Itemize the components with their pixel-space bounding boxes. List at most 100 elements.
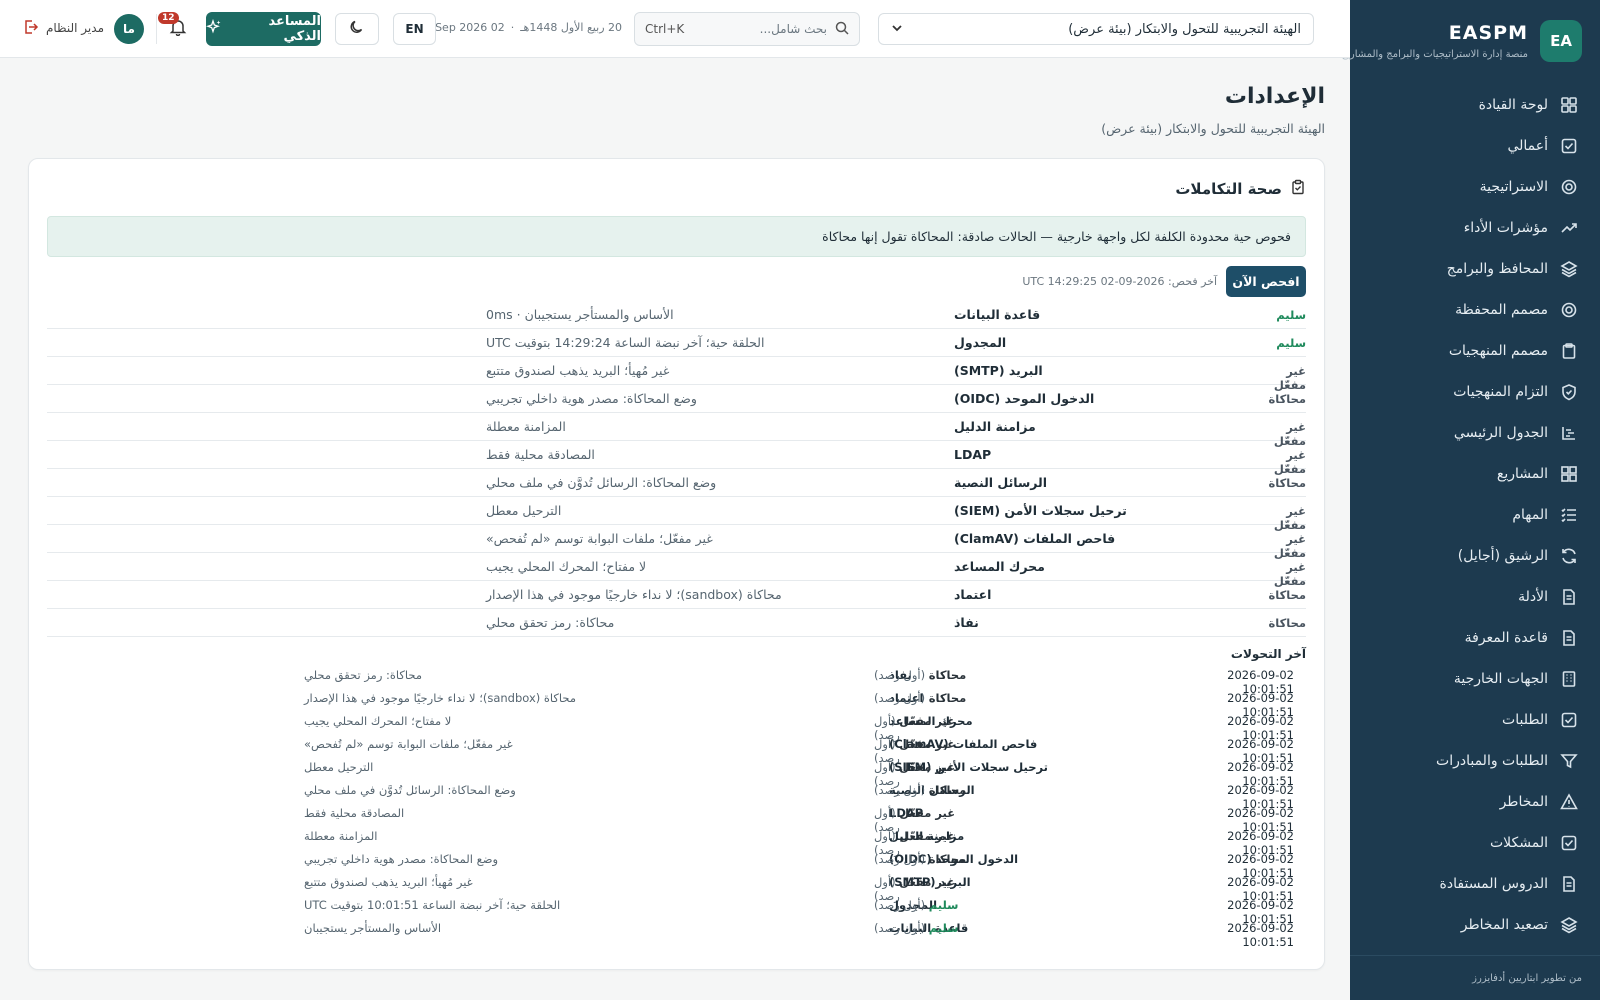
transition-row: 2026-09-02 10:01:51 نفاذ محاكاة (أول رصد) م… — [54, 664, 1294, 696]
logout-button[interactable] — [20, 18, 42, 40]
org-select[interactable]: الهيئة التجريبية للتحول والابتكار (بيئة … — [878, 13, 1314, 45]
target-icon — [1560, 301, 1578, 319]
sidebar-item-label: لوحة القيادة — [1478, 96, 1548, 113]
brand-name: EASPM — [1448, 22, 1528, 44]
transition-detail: محاكاة: رمز تحقق محلي — [304, 668, 422, 682]
transition-row: 2026-09-02 10:01:51 مزامنة الدليل غير مفعّ… — [54, 825, 1294, 857]
integration-name-text: الرسائل النصية — [954, 475, 1048, 490]
warning-icon — [1560, 792, 1578, 811]
sidebar-item[interactable]: لوحة القيادة — [1350, 84, 1600, 125]
sidebar-item[interactable]: الجدول الرئيسي — [1350, 412, 1600, 453]
checkbox-icon — [1560, 137, 1578, 155]
sidebar-item-label: الطلبات والمبادرات — [1436, 752, 1548, 769]
sidebar-item[interactable]: تصعيد المخاطر — [1350, 904, 1600, 945]
language-toggle-button[interactable]: EN — [393, 13, 436, 45]
sidebar-item[interactable]: الجهات الخارجية — [1350, 658, 1600, 699]
sidebar-footer: من تطوير ابتاريين أدفايزرز — [1350, 955, 1600, 1000]
integration-checks-list: سليم قاعدة البيانات الأساس والمستأجر يستجي… — [47, 301, 1306, 637]
theme-toggle-button[interactable] — [335, 13, 379, 45]
integration-name: محرك المساعد — [954, 559, 1194, 574]
transition-state-value: غير مفعّل — [899, 737, 956, 751]
user-avatar[interactable]: ما — [114, 14, 144, 44]
integration-detail: محاكاة (sandbox)؛ لا نداء خارجيًا موجود … — [486, 587, 782, 602]
sidebar-item[interactable]: الرشيق (أجايل) — [1350, 535, 1600, 576]
sidebar-nav: لوحة القيادة أعمالي الاستراتيجية مؤشرات الأ… — [1350, 84, 1600, 945]
org-select-value: الهيئة التجريبية للتحول والابتكار (بيئة … — [1068, 21, 1301, 37]
moon-icon — [349, 19, 365, 39]
integration-detail: الترحيل معطل — [486, 503, 562, 518]
target-icon — [1560, 178, 1578, 196]
integration-name-text: البريد (SMTP) — [954, 363, 1043, 378]
integration-check-row: محاكاة الدخول الموحد (OIDC) وضع المحاكاة: … — [47, 385, 1306, 413]
brand-logo[interactable]: EA — [1540, 20, 1582, 62]
first-seen-note: (أول رصد) — [874, 921, 926, 935]
assistant-label: المساعد الذكي — [268, 14, 321, 44]
transition-row: 2026-09-02 10:01:51 الدخول الموحد (OIDC) م… — [54, 848, 1294, 880]
user-name[interactable]: مدير النظام — [46, 21, 104, 35]
transition-detail: وضع المحاكاة: الرسائل تُدوَّن في ملف محل… — [304, 783, 516, 797]
date-separator: · — [510, 21, 515, 34]
status-badge: سليم — [1276, 308, 1306, 322]
sidebar-item[interactable]: المشاريع — [1350, 453, 1600, 494]
notifications-button[interactable]: 12 — [158, 12, 190, 41]
sidebar-item-label: المحافظ والبرامج — [1446, 260, 1548, 277]
sidebar-item[interactable]: المشكلات — [1350, 822, 1600, 863]
page-title: الإعدادات — [1224, 84, 1325, 109]
sidebar-item-label: المهام — [1512, 506, 1548, 523]
layers-icon — [1560, 916, 1578, 934]
integration-check-row: محاكاة الرسائل النصية وضع المحاكاة: الرسائ… — [47, 469, 1306, 497]
sidebar-item-label: مؤشرات الأداء — [1463, 219, 1548, 236]
sidebar: EA EASPM منصة إدارة الاستراتيجيات والبرا… — [1342, 0, 1600, 1000]
chevron-down-icon — [891, 22, 903, 37]
logout-icon — [23, 19, 39, 39]
integration-name: اعتماد — [954, 587, 1194, 602]
integration-name: الرسائل النصية — [954, 475, 1194, 490]
transition-detail: غير مُهيأ؛ البريد يذهب لصندوق متتبع — [304, 875, 473, 889]
sidebar-item[interactable]: الطلبات والمبادرات — [1350, 740, 1600, 781]
ai-assistant-button[interactable]: المساعد الذكي — [206, 12, 321, 46]
transition-state-value: محاكاة — [928, 783, 967, 797]
status-badge: سليم — [1276, 336, 1306, 350]
transition-detail: الأساس والمستأجر يستجيبان — [304, 921, 442, 935]
integration-name-text: فاحص الملفات (ClamAV) — [954, 531, 1116, 546]
sidebar-item[interactable]: الأدلة — [1350, 576, 1600, 617]
integration-name-text: نفاذ — [954, 615, 979, 630]
integration-check-row: غير مفعّل فاحص الملفات (ClamAV) غير مفعّل؛… — [47, 525, 1306, 560]
transition-state: محاكاة (أول رصد) — [874, 691, 974, 705]
sidebar-item[interactable]: الاستراتيجية — [1350, 166, 1600, 207]
sidebar-item-label: تصعيد المخاطر — [1460, 916, 1548, 933]
transition-row: 2026-09-02 10:01:51 اعتماد محاكاة (أول رصد… — [54, 687, 1294, 719]
sidebar-item[interactable]: مصمم المحفظة — [1350, 289, 1600, 330]
check-now-button[interactable]: افحص الآن — [1226, 266, 1306, 297]
transition-time: 2026-09-02 10:01:51 — [1227, 921, 1294, 949]
integration-check-row: غير مفعّل البريد (SMTP) غير مُهيأ؛ البريد … — [47, 357, 1306, 392]
sidebar-item[interactable]: المهام — [1350, 494, 1600, 535]
transition-state: محاكاة (أول رصد) — [874, 783, 974, 797]
transition-state: سليم (أول رصد) — [874, 898, 974, 912]
search-shortcut: Ctrl+K — [645, 22, 685, 36]
transition-state-value: غير مفعّل — [899, 714, 956, 728]
sidebar-item-label: المشاريع — [1496, 465, 1548, 482]
sidebar-item[interactable]: المحافظ والبرامج — [1350, 248, 1600, 289]
transition-detail: محاكاة (sandbox)؛ لا نداء خارجيًا موجود … — [304, 691, 576, 705]
sidebar-item[interactable]: الدروس المستفادة — [1350, 863, 1600, 904]
sidebar-item[interactable]: الطلبات — [1350, 699, 1600, 740]
sidebar-item-label: الجهات الخارجية — [1453, 670, 1548, 687]
gantt-icon — [1560, 424, 1578, 442]
first-seen-note: (أول رصد) — [874, 852, 926, 866]
sidebar-item[interactable]: مؤشرات الأداء — [1350, 207, 1600, 248]
brand-subtitle: منصة إدارة الاستراتيجيات والبرامج والمشا… — [1341, 49, 1528, 60]
shield-icon — [1560, 383, 1578, 401]
transition-row: 2026-09-02 10:01:51 LDAP غير مفعّل (أول رص… — [54, 802, 1294, 834]
transition-state-value: محاكاة — [928, 852, 967, 866]
integration-name-text: ترحيل سجلات الأمن (SIEM) — [954, 503, 1127, 518]
sidebar-item[interactable]: مصمم المنهجيات — [1350, 330, 1600, 371]
global-search[interactable]: بحث شامل... Ctrl+K — [634, 12, 860, 46]
transition-detail: وضع المحاكاة: مصدر هوية داخلي تجريبي — [304, 852, 499, 866]
sidebar-item[interactable]: المخاطر — [1350, 781, 1600, 822]
sidebar-item[interactable]: قاعدة المعرفة — [1350, 617, 1600, 658]
card-title: صحة التكاملات — [1175, 180, 1282, 198]
sidebar-item[interactable]: أعمالي — [1350, 125, 1600, 166]
sidebar-item[interactable]: التزام المنهجيات — [1350, 371, 1600, 412]
document-icon — [1560, 629, 1578, 647]
